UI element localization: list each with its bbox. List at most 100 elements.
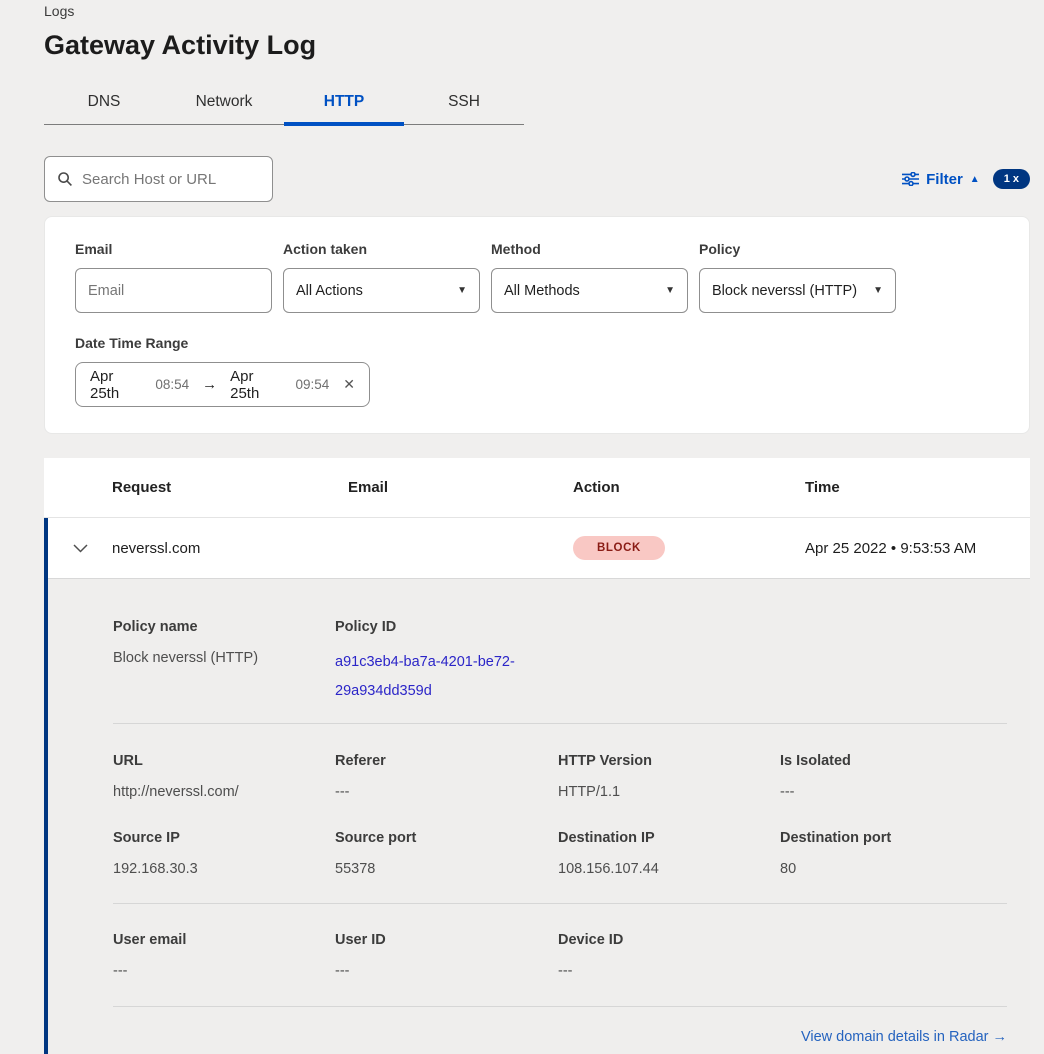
policy-name-label: Policy name — [113, 619, 335, 636]
policy-section: Policy name Block neverssl (HTTP) Policy… — [113, 619, 1007, 706]
url-section: URL http://neverssl.com/ Referer --- HTT… — [113, 753, 1007, 802]
action-taken-value: All Actions — [296, 283, 363, 299]
device-id-item: Device ID --- — [558, 932, 780, 981]
http-version-label: HTTP Version — [558, 753, 780, 770]
method-value: All Methods — [504, 283, 580, 299]
url-value: http://neverssl.com/ — [113, 782, 335, 802]
destination-port-label: Destination port — [780, 830, 1007, 847]
end-time: 09:54 — [295, 377, 329, 392]
tab-ssh[interactable]: SSH — [404, 83, 524, 124]
tab-dns[interactable]: DNS — [44, 83, 164, 124]
email-filter-input[interactable] — [75, 268, 272, 313]
view-in-radar-link[interactable]: View domain details in Radar → — [801, 1029, 1007, 1045]
method-field: Method All Methods ▼ — [491, 241, 688, 313]
http-version-value: HTTP/1.1 — [558, 782, 780, 802]
divider — [113, 1006, 1007, 1007]
referer-label: Referer — [335, 753, 558, 770]
caret-down-icon: ▼ — [873, 285, 883, 296]
search-box[interactable] — [44, 156, 273, 202]
clear-date-range-icon[interactable]: ✕ — [343, 376, 355, 393]
status-badge: BLOCK — [573, 536, 665, 560]
col-header-email: Email — [348, 479, 573, 496]
breadcrumb: Logs — [44, 3, 1030, 20]
method-select[interactable]: All Methods ▼ — [491, 268, 688, 313]
tab-bar: DNS Network HTTP SSH — [44, 83, 524, 125]
user-section: User email --- User ID --- Device ID --- — [113, 932, 1007, 981]
policy-id-item: Policy ID a91c3eb4-ba7a-4201-be72-29a934… — [335, 619, 558, 706]
activity-table: Request Email Action Time neverssl.com B… — [44, 458, 1030, 1054]
destination-port-item: Destination port 80 — [780, 830, 1007, 879]
start-date: Apr 25th — [90, 368, 146, 402]
user-email-item: User email --- — [113, 932, 335, 981]
device-id-label: Device ID — [558, 932, 780, 949]
filter-sliders-icon — [902, 172, 919, 186]
device-id-value: --- — [558, 961, 780, 981]
start-time: 08:54 — [155, 377, 189, 392]
page: Logs Gateway Activity Log DNS Network HT… — [0, 0, 1044, 1054]
radar-link-text: View domain details in Radar — [801, 1029, 989, 1045]
method-label: Method — [491, 241, 688, 258]
filter-label: Filter — [926, 171, 963, 188]
action-taken-field: Action taken All Actions ▼ — [283, 241, 480, 313]
user-email-label: User email — [113, 932, 335, 949]
row-details-panel: Policy name Block neverssl (HTTP) Policy… — [48, 578, 1030, 1054]
tab-http[interactable]: HTTP — [284, 83, 404, 124]
network-section: Source IP 192.168.30.3 Source port 55378… — [113, 830, 1007, 879]
source-ip-label: Source IP — [113, 830, 335, 847]
table-row[interactable]: neverssl.com BLOCK Apr 25 2022 • 9:53:53… — [48, 518, 1030, 578]
search-icon — [57, 171, 73, 187]
referer-value: --- — [335, 782, 558, 802]
divider — [113, 723, 1007, 724]
is-isolated-value: --- — [780, 782, 1007, 802]
policy-value: Block neverssl (HTTP) — [712, 283, 857, 299]
end-date: Apr 25th — [230, 368, 286, 402]
http-version-item: HTTP Version HTTP/1.1 — [558, 753, 780, 802]
destination-ip-item: Destination IP 108.156.107.44 — [558, 830, 780, 879]
col-header-request: Request — [112, 479, 348, 496]
policy-id-label: Policy ID — [335, 619, 558, 636]
radar-link-row: View domain details in Radar → — [113, 1028, 1007, 1046]
divider — [113, 903, 1007, 904]
destination-ip-value: 108.156.107.44 — [558, 859, 780, 879]
email-filter-label: Email — [75, 241, 272, 258]
destination-port-value: 80 — [780, 859, 1007, 879]
policy-select[interactable]: Block neverssl (HTTP) ▼ — [699, 268, 896, 313]
policy-name-item: Policy name Block neverssl (HTTP) — [113, 619, 335, 706]
policy-field: Policy Block neverssl (HTTP) ▼ — [699, 241, 896, 313]
filter-toggle[interactable]: Filter ▲ 1 x — [902, 169, 1030, 189]
email-filter-field: Email — [75, 241, 272, 313]
policy-label: Policy — [699, 241, 896, 258]
date-range-picker[interactable]: Apr 25th 08:54 → Apr 25th 09:54 ✕ — [75, 362, 370, 407]
policy-id-link[interactable]: a91c3eb4-ba7a-4201-be72-29a934dd359d — [335, 648, 527, 706]
request-cell: neverssl.com — [112, 540, 348, 557]
arrow-right-icon: → — [202, 376, 217, 393]
search-input[interactable] — [82, 171, 281, 188]
chevron-down-icon[interactable] — [48, 544, 112, 553]
policy-name-value: Block neverssl (HTTP) — [113, 648, 335, 668]
filter-panel: Email Action taken All Actions ▼ Method … — [44, 216, 1030, 434]
action-taken-select[interactable]: All Actions ▼ — [283, 268, 480, 313]
caret-down-icon: ▼ — [665, 285, 675, 296]
action-taken-label: Action taken — [283, 241, 480, 258]
source-ip-value: 192.168.30.3 — [113, 859, 335, 879]
source-port-value: 55378 — [335, 859, 558, 879]
expanded-row-group: neverssl.com BLOCK Apr 25 2022 • 9:53:53… — [44, 518, 1030, 1054]
filter-count-badge[interactable]: 1 x — [993, 169, 1030, 189]
is-isolated-item: Is Isolated --- — [780, 753, 1007, 802]
arrow-right-icon: → — [993, 1029, 1008, 1045]
tab-network[interactable]: Network — [164, 83, 284, 124]
url-item: URL http://neverssl.com/ — [113, 753, 335, 802]
time-cell: Apr 25 2022 • 9:53:53 AM — [805, 540, 1030, 557]
col-header-action: Action — [573, 479, 805, 496]
caret-down-icon: ▼ — [457, 285, 467, 296]
date-range-label: Date Time Range — [75, 335, 999, 352]
caret-up-icon: ▲ — [970, 174, 980, 185]
source-port-label: Source port — [335, 830, 558, 847]
date-range-field: Date Time Range Apr 25th 08:54 → Apr 25t… — [75, 335, 999, 407]
referer-item: Referer --- — [335, 753, 558, 802]
user-id-value: --- — [335, 961, 558, 981]
url-label: URL — [113, 753, 335, 770]
col-header-time: Time — [805, 479, 1030, 496]
action-cell: BLOCK — [573, 536, 805, 560]
is-isolated-label: Is Isolated — [780, 753, 1007, 770]
